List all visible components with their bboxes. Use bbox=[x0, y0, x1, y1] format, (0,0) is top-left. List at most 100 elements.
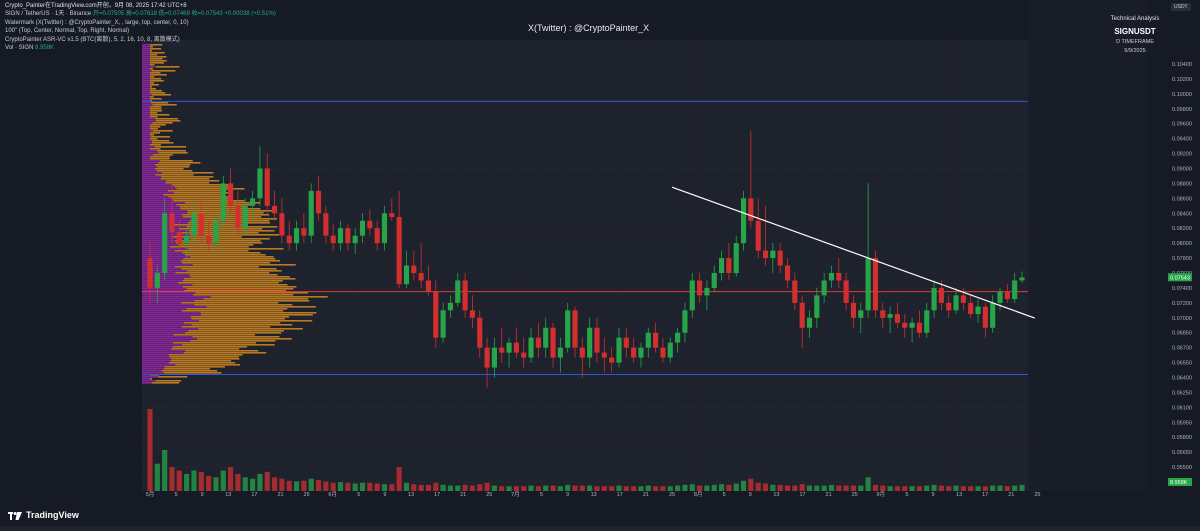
profile-bar-up bbox=[150, 106, 162, 108]
candle bbox=[308, 183, 314, 244]
candle-body bbox=[301, 228, 307, 236]
candle-body bbox=[623, 337, 629, 348]
profile-bar-down bbox=[142, 372, 164, 374]
volume-bar bbox=[330, 482, 336, 491]
profile-bar-up bbox=[176, 204, 252, 206]
volume-bar bbox=[499, 486, 505, 491]
time-tick-label: 9 bbox=[931, 492, 934, 498]
candle-body bbox=[499, 347, 505, 353]
profile-bar-up bbox=[157, 150, 187, 152]
profile-bar-up bbox=[168, 362, 236, 364]
time-tick-label: 13 bbox=[408, 492, 414, 498]
time-axis[interactable]: 5月 5 9 13 17 21 25 6月 5 9 13 17 21 25 7月 5 9 13 17 21 25 8月 5 9… bbox=[146, 491, 1041, 498]
profile-bar-down bbox=[142, 128, 150, 130]
volume-bar bbox=[272, 477, 278, 491]
profile-bar-down bbox=[142, 150, 158, 152]
volume-bar bbox=[433, 482, 439, 491]
profile-bar-up bbox=[192, 264, 296, 266]
candle-body bbox=[660, 347, 666, 358]
profile-bar-down bbox=[142, 132, 150, 134]
profile-bar-up bbox=[198, 320, 313, 322]
price-tick-label: 0.07400 bbox=[1172, 286, 1192, 292]
profile-bar-down bbox=[142, 376, 159, 378]
profile-bar-up bbox=[181, 260, 281, 262]
profile-bar-up bbox=[169, 246, 249, 248]
profile-bar-down bbox=[142, 336, 193, 338]
price-tick-label: 0.06850 bbox=[1172, 331, 1192, 337]
profile-bar-up bbox=[191, 218, 278, 220]
profile-bar-down bbox=[142, 104, 153, 106]
symbol-legend[interactable]: SIGN / TetherUS · 1天 · Binance 开=0.07505… bbox=[5, 10, 276, 18]
profile-bar-down bbox=[142, 380, 156, 382]
candle-body bbox=[653, 332, 659, 348]
price-tick-label: 0.08600 bbox=[1172, 196, 1192, 202]
profile-bar-down bbox=[142, 332, 185, 334]
profile-bar-down bbox=[142, 146, 155, 148]
profile-bar-up bbox=[153, 154, 173, 156]
candle-body bbox=[960, 295, 966, 303]
volume-bar bbox=[337, 482, 344, 491]
time-tick-label: 25 bbox=[1034, 492, 1040, 498]
candle-body bbox=[352, 235, 358, 244]
profile-bar-up bbox=[186, 288, 294, 290]
profile-bar-down bbox=[142, 362, 169, 364]
profile-bar-up bbox=[154, 168, 184, 170]
profile-bar-up bbox=[150, 158, 170, 160]
time-tick-label: 17 bbox=[251, 492, 257, 498]
profile-bar-down bbox=[142, 214, 182, 216]
profile-bar-up bbox=[169, 356, 239, 358]
profile-bar-up bbox=[187, 248, 284, 250]
indicator-volume[interactable]: Vol · SIGN 8.958K bbox=[5, 44, 276, 52]
currency-button[interactable]: USDT bbox=[1171, 3, 1191, 11]
profile-bar-down bbox=[142, 118, 156, 120]
candle-body bbox=[330, 235, 336, 244]
candle-body bbox=[367, 220, 373, 229]
candle-body bbox=[323, 213, 329, 236]
candle-body bbox=[755, 220, 761, 251]
candle-body bbox=[433, 291, 439, 338]
tradingview-logo[interactable]: TradingView bbox=[8, 510, 79, 520]
profile-bar-down bbox=[142, 94, 152, 96]
price-tick-label: 0.09200 bbox=[1172, 152, 1192, 158]
candle-body bbox=[587, 327, 593, 358]
profile-bar-up bbox=[150, 156, 170, 158]
profile-bar-up bbox=[172, 346, 248, 348]
price-tick-label: 0.10000 bbox=[1172, 92, 1192, 98]
candle-body bbox=[169, 213, 175, 232]
profile-bar-up bbox=[150, 132, 161, 134]
candle-body bbox=[828, 273, 835, 281]
profile-bar-down bbox=[142, 70, 152, 72]
volume-bar bbox=[587, 485, 593, 491]
profile-bar-down bbox=[142, 370, 162, 372]
candle-body bbox=[455, 280, 461, 303]
volume-bar bbox=[491, 485, 497, 491]
profile-bar-up bbox=[160, 178, 210, 180]
candle-body bbox=[667, 342, 673, 358]
profile-bar-up bbox=[191, 318, 285, 320]
profile-bar-up bbox=[150, 138, 158, 140]
price-tick-label: 0.06700 bbox=[1172, 346, 1192, 352]
profile-bar-up bbox=[181, 326, 271, 328]
profile-bar-up bbox=[150, 124, 166, 126]
price-tick-label: 0.08400 bbox=[1172, 211, 1192, 217]
time-tick-label: 21 bbox=[277, 492, 283, 498]
candle-body bbox=[513, 342, 519, 353]
profile-bar-up bbox=[206, 306, 316, 308]
indicator-asr-vc[interactable]: CryptoPainter ASR-VC v1.5 (BTC(离散), 5, 2… bbox=[5, 36, 276, 44]
indicator-watermark[interactable]: Watermark (X(Twitter) : @CryptoPainter_X… bbox=[5, 19, 276, 27]
profile-bar-down bbox=[142, 180, 167, 182]
volume-bar bbox=[1012, 485, 1018, 491]
volume-bar bbox=[733, 483, 739, 491]
profile-bar-up bbox=[150, 68, 154, 70]
profile-bar-down bbox=[142, 98, 150, 100]
time-tick-label: 13 bbox=[773, 492, 779, 498]
profile-bar-down bbox=[142, 154, 154, 156]
profile-bar-down bbox=[142, 330, 189, 332]
candle-body bbox=[799, 302, 805, 328]
volume-bar bbox=[609, 486, 615, 491]
volume-bar bbox=[367, 482, 373, 491]
profile-bar-up bbox=[195, 292, 308, 294]
volume-bar bbox=[660, 486, 666, 491]
candle-body bbox=[184, 235, 190, 244]
price-chart[interactable]: 0.10400 0.10200 0.10000 0.09800 0.09600 0.094… bbox=[0, 0, 1200, 526]
